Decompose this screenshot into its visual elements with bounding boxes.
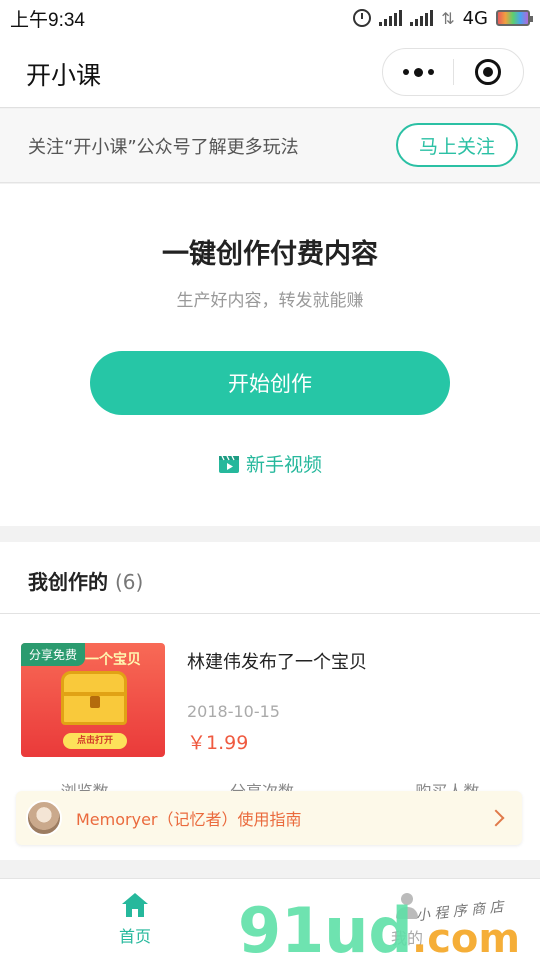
beginner-video-label: 新手视频 <box>245 454 322 476</box>
title-bar: 开小课 <box>0 36 540 108</box>
follow-banner: 关注“开小课”公众号了解更多玩法 马上关注 <box>0 109 540 183</box>
thumb-tag: 分享免费 <box>21 643 86 666</box>
alarm-icon <box>353 9 372 27</box>
treasure-chest-icon <box>61 671 127 725</box>
tab-home[interactable]: 首页 <box>94 891 176 947</box>
my-creations-title: 我创作的 <box>28 570 108 594</box>
tab-mine[interactable]: 我的 <box>366 891 448 949</box>
status-icons: ⇅ 4G <box>353 7 533 29</box>
beginner-video-link[interactable]: 新手视频 <box>0 450 540 477</box>
close-button[interactable] <box>454 49 523 95</box>
tab-home-label: 首页 <box>118 927 151 946</box>
follow-button[interactable]: 马上关注 <box>396 123 518 167</box>
hero-headline: 一键创作付费内容 <box>162 239 378 270</box>
follow-banner-text: 关注“开小课”公众号了解更多玩法 <box>28 137 299 158</box>
avatar <box>26 800 62 836</box>
tab-mine-label: 我的 <box>390 929 423 948</box>
start-create-button[interactable]: 开始创作 <box>90 351 450 415</box>
chevron-right-icon <box>487 809 505 827</box>
hero-subline: 生产好内容，转发就能赚 <box>176 291 364 311</box>
guide-banner-text: Memoryer（记忆者）使用指南 <box>76 810 302 829</box>
creation-thumbnail[interactable]: 分享免费 一个宝贝 点击打开 <box>21 643 165 757</box>
signal-icon-2 <box>410 10 434 26</box>
thumb-ribbon: 一个宝贝 <box>85 652 141 668</box>
my-creations-count: (6) <box>114 570 144 594</box>
user-icon <box>392 891 422 921</box>
page-title: 开小课 <box>26 61 102 90</box>
signal-icon <box>379 10 403 26</box>
creation-price: ￥1.99 <box>187 732 249 754</box>
status-bar: 上午9:34 ⇅ 4G <box>0 0 540 36</box>
close-target-icon <box>475 59 502 85</box>
thumb-open-label: 点击打开 <box>63 733 127 749</box>
more-button[interactable] <box>383 49 453 95</box>
guide-banner[interactable]: Memoryer（记忆者）使用指南 <box>16 791 522 845</box>
hero-section: 一键创作付费内容 生产好内容，转发就能赚 开始创作 新手视频 <box>0 184 540 526</box>
data-arrows-icon: ⇅ <box>441 8 455 28</box>
miniprogram-capsule <box>382 48 524 96</box>
tab-bar: 首页 我的 <box>0 878 540 960</box>
network-type: 4G <box>462 7 488 29</box>
video-icon <box>218 455 239 473</box>
section-divider <box>0 613 540 614</box>
my-creations-heading: 我创作的 (6) <box>28 566 143 595</box>
battery-icon <box>496 10 533 26</box>
creation-title[interactable]: 林建伟发布了一个宝贝 <box>187 648 367 674</box>
home-icon <box>122 893 148 917</box>
creation-date: 2018-10-15 <box>187 702 280 721</box>
status-time: 上午9:34 <box>10 9 85 31</box>
